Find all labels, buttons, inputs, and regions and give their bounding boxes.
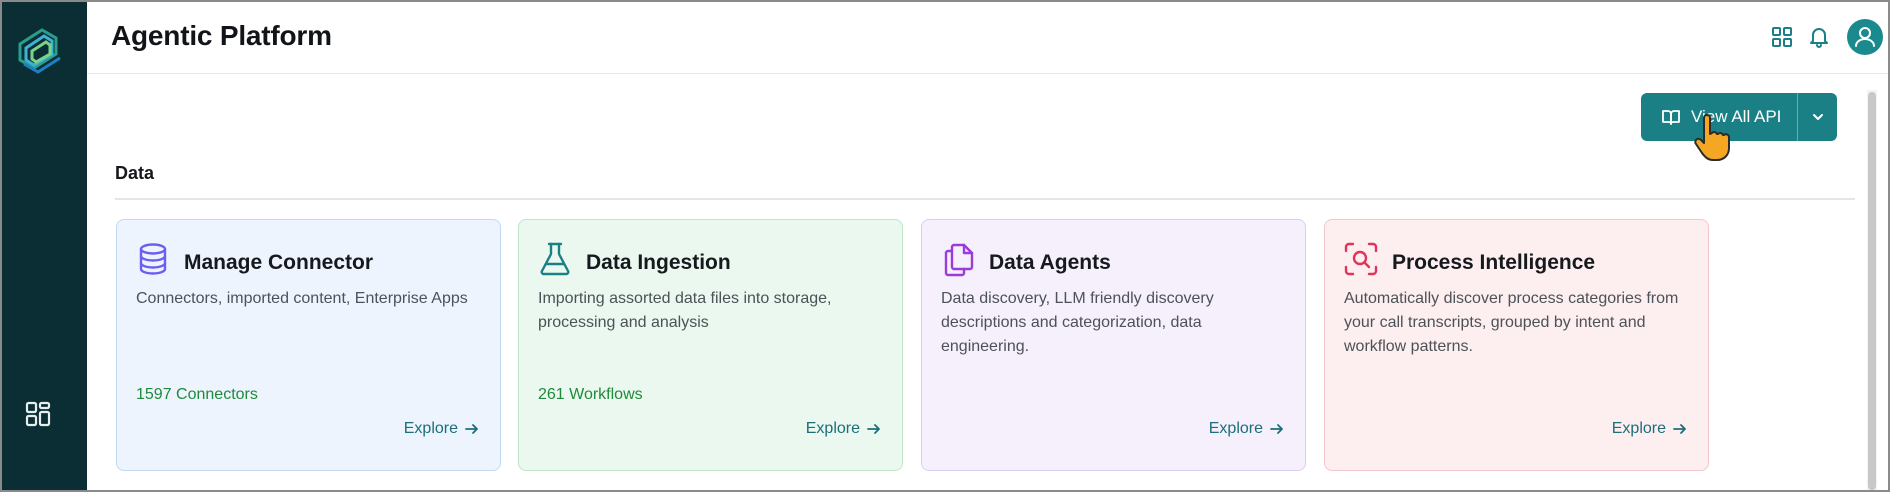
database-icon — [139, 243, 167, 275]
explore-link[interactable]: Explore — [404, 420, 480, 438]
card-title: Data Ingestion — [586, 251, 731, 274]
scrollbar-thumb[interactable] — [1868, 92, 1876, 490]
view-all-api-dropdown-button[interactable] — [1798, 93, 1837, 141]
chevron-down-icon — [1812, 114, 1823, 120]
card-data-agents[interactable]: Data Agents Data discovery, LLM friendly… — [921, 219, 1306, 471]
user-avatar-icon[interactable] — [1847, 19, 1883, 55]
card-count: 1597 Connectors — [136, 386, 258, 403]
copy-icon — [944, 243, 974, 277]
card-title: Manage Connector — [184, 251, 374, 274]
card-description: Connectors, imported content, Enterprise… — [136, 290, 468, 307]
explore-label: Explore — [1208, 420, 1263, 437]
card-title: Data Agents — [989, 251, 1111, 274]
card-data-ingestion[interactable]: Data Ingestion Importing assorted data f… — [518, 219, 903, 471]
view-all-api-split-button: View All API — [1641, 93, 1837, 141]
card-description: Importing assorted data files into stora… — [538, 290, 832, 331]
explore-link[interactable]: Explore — [1612, 420, 1688, 438]
explore-link[interactable]: Explore — [806, 420, 882, 438]
book-open-icon — [1662, 110, 1680, 125]
brand-logo-icon[interactable] — [12, 24, 66, 78]
page-title: Agentic Platform — [111, 20, 332, 51]
arrow-right-icon — [1270, 424, 1283, 434]
sidebar — [2, 2, 87, 490]
pointer-hand-cursor-icon — [1694, 114, 1730, 161]
card-process-intelligence[interactable]: Process Intelligence Automatically disco… — [1324, 219, 1709, 471]
card-description: Automatically discover process categorie… — [1344, 290, 1679, 355]
arrow-right-icon — [465, 424, 478, 434]
card-description: Data discovery, LLM friendly discovery d… — [941, 290, 1214, 355]
apps-grid-icon[interactable] — [1769, 24, 1795, 50]
arrow-right-icon — [867, 424, 880, 434]
bell-icon[interactable] — [1806, 24, 1832, 50]
arrow-right-icon — [1673, 424, 1686, 434]
flask-icon — [540, 242, 570, 276]
scan-search-icon — [1344, 242, 1378, 276]
section-divider — [115, 198, 1855, 200]
apps-icon[interactable] — [24, 400, 52, 428]
explore-label: Explore — [805, 420, 860, 437]
card-count: 261 Workflows — [538, 386, 643, 403]
explore-label: Explore — [403, 420, 458, 437]
top-header: Agentic Platform — [87, 2, 1888, 74]
explore-link[interactable]: Explore — [1209, 420, 1285, 438]
explore-label: Explore — [1611, 420, 1666, 437]
card-manage-connector[interactable]: Manage Connector Connectors, imported co… — [116, 219, 501, 471]
section-title: Data — [115, 163, 155, 183]
card-title: Process Intelligence — [1392, 251, 1596, 274]
